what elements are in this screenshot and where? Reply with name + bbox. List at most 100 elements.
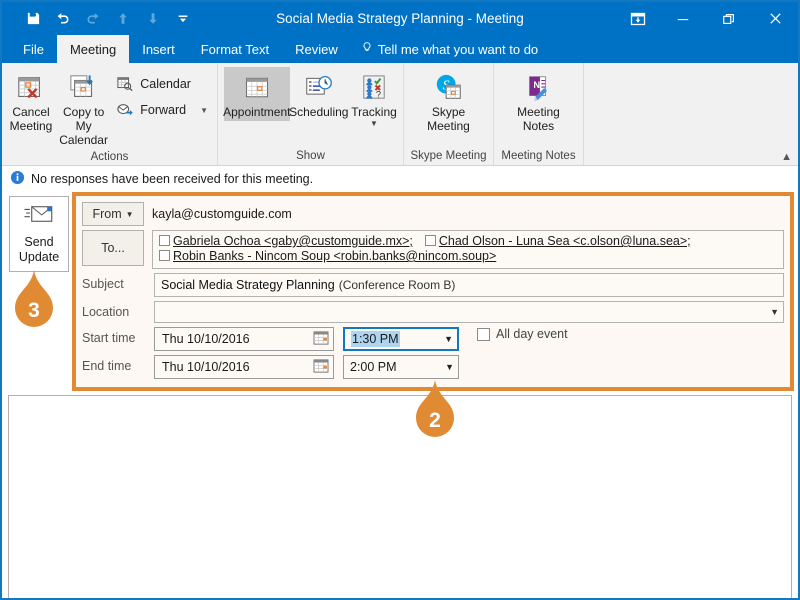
- recipient-1[interactable]: Gabriela Ochoa <gaby@customguide.mx>;: [173, 234, 413, 248]
- end-time-dropdown-arrow-icon[interactable]: ▼: [445, 362, 454, 372]
- outlook-meeting-window: Social Media Strategy Planning - Meeting…: [0, 0, 800, 600]
- all-day-event-checkbox[interactable]: All day event: [477, 327, 568, 341]
- to-button[interactable]: To...: [82, 230, 144, 266]
- subject-row: Subject Social Media Strategy Planning (…: [82, 273, 784, 297]
- send-update-column: Send Update: [6, 192, 72, 391]
- recipient-checkbox[interactable]: [159, 235, 170, 246]
- recipient-2[interactable]: Chad Olson - Luna Sea <c.olson@luna.sea>…: [439, 234, 691, 248]
- info-icon: [10, 170, 25, 188]
- tracking-icon: ?: [361, 71, 387, 105]
- ribbon-group-skype-meeting: S Skype Meeting Skype Meeting: [404, 63, 494, 165]
- lightbulb-icon: [361, 40, 373, 58]
- from-button[interactable]: From ▼: [82, 202, 144, 226]
- ribbon-tab-strip: File Meeting Insert Format Text Review T…: [2, 35, 798, 63]
- tab-review[interactable]: Review: [282, 35, 351, 63]
- end-time-label: End time: [82, 359, 132, 373]
- start-time-row: Start time Thu 10/10/2016 1:30 PM ▼ All …: [82, 327, 784, 351]
- calendar-icon: [116, 75, 134, 93]
- cancel-meeting-icon: [16, 71, 46, 105]
- appointment-button[interactable]: Appointment: [223, 67, 291, 121]
- quick-access-toolbar: [2, 5, 198, 33]
- from-row: From ▼ kayla@customguide.com: [82, 202, 784, 226]
- all-day-event-box[interactable]: [477, 327, 490, 341]
- from-dropdown-arrow-icon: ▼: [125, 209, 134, 219]
- tab-format-text[interactable]: Format Text: [188, 35, 282, 63]
- forward-dropdown-arrow-icon[interactable]: ▼: [200, 106, 208, 115]
- ribbon-group-meeting-notes: N Meeting Notes Meeting Notes: [494, 63, 584, 165]
- ribbon-group-label-meeting-notes: Meeting Notes: [501, 150, 576, 162]
- ribbon-group-label-skype-meeting: Skype Meeting: [410, 150, 487, 162]
- location-dropdown-arrow-icon[interactable]: ▼: [770, 307, 779, 317]
- start-date-input[interactable]: Thu 10/10/2016: [154, 327, 334, 351]
- recipient-checkbox[interactable]: [159, 250, 170, 261]
- to-recipients-field[interactable]: Gabriela Ochoa <gaby@customguide.mx>; Ch…: [152, 230, 784, 269]
- tracking-dropdown-arrow-icon[interactable]: ▼: [370, 120, 378, 128]
- appointment-label: Appointment: [223, 105, 291, 119]
- start-time-value: 1:30 PM: [351, 331, 400, 347]
- send-update-button[interactable]: Send Update: [9, 196, 69, 272]
- restore-icon[interactable]: [706, 2, 752, 35]
- minimize-icon[interactable]: [660, 2, 706, 35]
- start-date-value: Thu 10/10/2016: [162, 332, 250, 346]
- copy-to-my-calendar-button[interactable]: Copy to My Calendar: [57, 67, 110, 149]
- from-value[interactable]: kayla@customguide.com: [144, 202, 784, 226]
- save-icon[interactable]: [18, 5, 48, 33]
- skype-meeting-icon: S: [434, 71, 464, 105]
- forward-button[interactable]: Forward ▼: [110, 97, 214, 123]
- ribbon-group-show: Appointment Scheduling ? Tracking ▼ Show: [218, 63, 404, 165]
- meeting-body-input[interactable]: [8, 395, 792, 598]
- start-time-dropdown-arrow-icon[interactable]: ▼: [444, 334, 453, 344]
- actions-small-buttons: Calendar Forward ▼: [110, 67, 214, 123]
- calendar-picker-icon[interactable]: [313, 330, 329, 348]
- previous-item-icon[interactable]: [108, 5, 138, 33]
- form-fields-panel: From ▼ kayla@customguide.com To... Gabri…: [72, 192, 794, 391]
- end-time-value: 2:00 PM: [350, 360, 397, 374]
- recipient-checkbox[interactable]: [424, 235, 436, 246]
- meeting-notes-icon: N: [524, 71, 554, 105]
- calendar-picker-icon[interactable]: [313, 358, 329, 376]
- tracking-button[interactable]: ? Tracking ▼: [348, 67, 400, 130]
- meeting-form: Send Update From ▼ kayla@customguide.com…: [2, 192, 798, 391]
- undo-icon[interactable]: [48, 5, 78, 33]
- close-icon[interactable]: [752, 2, 798, 35]
- ribbon-group-label-actions: Actions: [90, 151, 129, 163]
- copy-to-my-calendar-label: Copy to My Calendar: [59, 105, 108, 147]
- cancel-meeting-label: Cancel Meeting: [9, 105, 53, 133]
- skype-meeting-button[interactable]: S Skype Meeting: [413, 67, 485, 135]
- scheduling-label: Scheduling: [289, 105, 349, 119]
- subject-value: Social Media Strategy Planning: [161, 278, 335, 292]
- cancel-meeting-button[interactable]: Cancel Meeting: [5, 67, 57, 135]
- ribbon-empty-area: ▲: [584, 63, 798, 165]
- title-bar: Social Media Strategy Planning - Meeting: [2, 2, 798, 35]
- to-button-label: To...: [101, 241, 125, 255]
- tab-insert[interactable]: Insert: [129, 35, 188, 63]
- forward-label: Forward: [140, 103, 187, 117]
- forward-icon: [116, 101, 134, 119]
- window-controls: [616, 2, 798, 35]
- recipient-3[interactable]: Robin Banks - Nincom Soup <robin.banks@n…: [173, 249, 496, 263]
- subject-input[interactable]: Social Media Strategy Planning (Conferen…: [154, 273, 784, 297]
- start-time-input[interactable]: 1:30 PM ▼: [343, 327, 459, 351]
- end-date-input[interactable]: Thu 10/10/2016: [154, 355, 334, 379]
- scheduling-button[interactable]: Scheduling: [289, 67, 349, 121]
- send-envelope-icon: [24, 204, 54, 228]
- tab-meeting[interactable]: Meeting: [56, 35, 130, 63]
- tell-me-box[interactable]: Tell me what you want to do: [351, 35, 548, 63]
- calendar-button[interactable]: Calendar: [110, 71, 214, 97]
- customize-quick-access-icon[interactable]: [168, 5, 198, 33]
- meeting-notes-button[interactable]: N Meeting Notes: [503, 67, 575, 135]
- tracking-label: Tracking: [351, 105, 397, 119]
- next-item-icon[interactable]: [138, 5, 168, 33]
- start-time-label: Start time: [82, 331, 136, 345]
- collapse-ribbon-icon[interactable]: ▲: [781, 151, 792, 163]
- tab-file[interactable]: File: [10, 35, 57, 63]
- end-time-input[interactable]: 2:00 PM ▼: [343, 355, 459, 379]
- location-input[interactable]: ▼: [154, 301, 784, 323]
- ribbon-display-options-icon[interactable]: [616, 2, 660, 35]
- send-update-label: Send Update: [18, 234, 60, 264]
- info-bar: No responses have been received for this…: [2, 166, 798, 192]
- subject-room-suffix: (Conference Room B): [338, 278, 456, 292]
- redo-icon[interactable]: [78, 5, 108, 33]
- ribbon-group-label-show: Show: [296, 150, 325, 162]
- svg-text:?: ?: [376, 89, 381, 99]
